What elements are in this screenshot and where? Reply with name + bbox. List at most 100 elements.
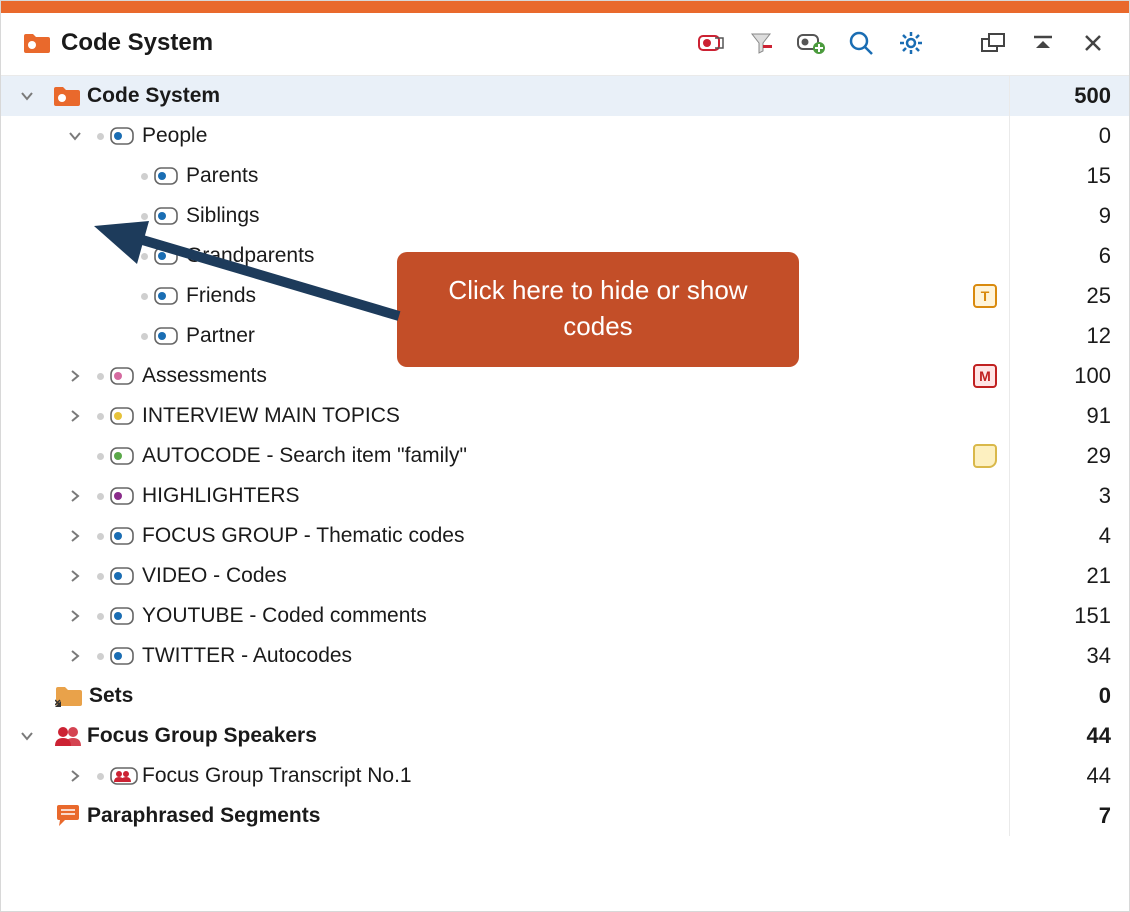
tree-root-row[interactable]: Code System 500 [1, 76, 1129, 116]
code-icon [154, 246, 182, 266]
tree-item-label: FOCUS GROUP - Thematic codes [142, 524, 1009, 548]
panel-title: Code System [23, 29, 679, 57]
paraphrased-icon [55, 804, 81, 828]
chevron-right-icon[interactable] [68, 609, 82, 623]
tree-item-people[interactable]: People 0 [1, 116, 1129, 156]
tree-item-label: Siblings [186, 204, 1009, 228]
activation-dot[interactable] [97, 453, 104, 460]
activation-dot[interactable] [97, 573, 104, 580]
tree-item-count: 7 [1009, 796, 1119, 836]
tree-item-paraphrased[interactable]: Paraphrased Segments 7 [1, 796, 1129, 836]
undock-button[interactable] [975, 25, 1011, 61]
folder-icon [53, 85, 81, 107]
activation-dot[interactable] [97, 533, 104, 540]
tree-item-count: 44 [1009, 756, 1119, 796]
tree-item-count: 151 [1009, 596, 1119, 636]
code-icon [110, 406, 138, 426]
chevron-down-icon[interactable] [68, 129, 82, 143]
tree-item-label: VIDEO - Codes [142, 564, 1009, 588]
activation-dot[interactable] [97, 133, 104, 140]
tree-item-transcript1[interactable]: Focus Group Transcript No.1 44 [1, 756, 1129, 796]
code-tree: Code System 500 People 0 Parents 15 Sibl… [1, 76, 1129, 836]
tree-item-siblings[interactable]: Siblings 9 [1, 196, 1129, 236]
tree-item-count: 0 [1009, 676, 1119, 716]
code-icon [110, 446, 138, 466]
activation-dot[interactable] [141, 333, 148, 340]
tree-item-label: AUTOCODE - Search item "family" [142, 444, 973, 468]
tree-item-interview[interactable]: INTERVIEW MAIN TOPICS 91 [1, 396, 1129, 436]
activation-dot[interactable] [97, 653, 104, 660]
memo-badge-m[interactable]: M [973, 364, 997, 388]
chevron-right-icon[interactable] [68, 569, 82, 583]
activation-dot[interactable] [141, 173, 148, 180]
collapse-button[interactable] [1025, 25, 1061, 61]
tree-item-label: HIGHLIGHTERS [142, 484, 1009, 508]
tree-item-count: 4 [1009, 516, 1119, 556]
activation-dot[interactable] [141, 253, 148, 260]
tree-item-focus-speakers[interactable]: Focus Group Speakers 44 [1, 716, 1129, 756]
chevron-down-icon[interactable] [20, 729, 34, 743]
chevron-right-icon[interactable] [68, 409, 82, 423]
tree-item-autocode[interactable]: AUTOCODE - Search item "family" 29 [1, 436, 1129, 476]
chevron-right-icon[interactable] [68, 769, 82, 783]
tree-item-label: Sets [89, 684, 1009, 708]
code-icon [110, 606, 138, 626]
tree-root-count: 500 [1009, 76, 1119, 116]
panel-header: Code System [1, 13, 1129, 76]
code-icon [154, 326, 182, 346]
help-callout: Click here to hide or show codes [397, 252, 799, 367]
activation-dot[interactable] [97, 613, 104, 620]
tree-item-count: 3 [1009, 476, 1119, 516]
activation-dot[interactable] [97, 413, 104, 420]
panel-title-text: Code System [61, 29, 213, 57]
chevron-right-icon[interactable] [68, 529, 82, 543]
tree-item-label: Paraphrased Segments [87, 804, 1009, 828]
tree-item-youtube[interactable]: YOUTUBE - Coded comments 151 [1, 596, 1129, 636]
tree-item-focusgroup[interactable]: FOCUS GROUP - Thematic codes 4 [1, 516, 1129, 556]
speakers-icon [53, 725, 83, 747]
search-button[interactable] [843, 25, 879, 61]
memo-badge-blank[interactable] [973, 444, 997, 468]
tree-item-video[interactable]: VIDEO - Codes 21 [1, 556, 1129, 596]
code-system-folder-icon [23, 32, 51, 54]
close-button[interactable] [1075, 25, 1111, 61]
tree-item-count: 91 [1009, 396, 1119, 436]
chevron-right-icon[interactable] [68, 649, 82, 663]
tree-item-count: 12 [1009, 316, 1119, 356]
code-icon [110, 526, 138, 546]
code-icon [154, 286, 182, 306]
activation-dot[interactable] [97, 373, 104, 380]
chevron-right-icon[interactable] [68, 489, 82, 503]
tree-item-highlighters[interactable]: HIGHLIGHTERS 3 [1, 476, 1129, 516]
code-system-window: Code System [0, 0, 1130, 912]
settings-button[interactable] [893, 25, 929, 61]
tree-item-count: 34 [1009, 636, 1119, 676]
window-accent-bar [1, 1, 1129, 13]
tree-item-count: 29 [1009, 436, 1119, 476]
tree-item-twitter[interactable]: TWITTER - Autocodes 34 [1, 636, 1129, 676]
activation-dot[interactable] [141, 293, 148, 300]
new-code-button[interactable] [793, 25, 829, 61]
code-icon [154, 206, 182, 226]
sets-folder-icon [55, 685, 83, 707]
activation-dot[interactable] [97, 493, 104, 500]
activation-dot[interactable] [97, 773, 104, 780]
tree-item-label: YOUTUBE - Coded comments [142, 604, 1009, 628]
memo-badge-t[interactable]: T [973, 284, 997, 308]
tree-item-count: 9 [1009, 196, 1119, 236]
speaker-code-icon [110, 766, 138, 786]
chevron-down-icon[interactable] [20, 89, 34, 103]
tree-item-count: 21 [1009, 556, 1119, 596]
tree-item-count: 100 [1009, 356, 1119, 396]
activate-codes-button[interactable] [693, 25, 729, 61]
chevron-right-icon[interactable] [68, 369, 82, 383]
code-icon [110, 126, 138, 146]
tree-item-sets[interactable]: Sets 0 [1, 676, 1129, 716]
filter-button[interactable] [743, 25, 779, 61]
code-icon [110, 566, 138, 586]
code-icon [110, 486, 138, 506]
tree-item-parents[interactable]: Parents 15 [1, 156, 1129, 196]
activation-dot[interactable] [141, 213, 148, 220]
code-icon [154, 166, 182, 186]
tree-item-count: 25 [1009, 276, 1119, 316]
